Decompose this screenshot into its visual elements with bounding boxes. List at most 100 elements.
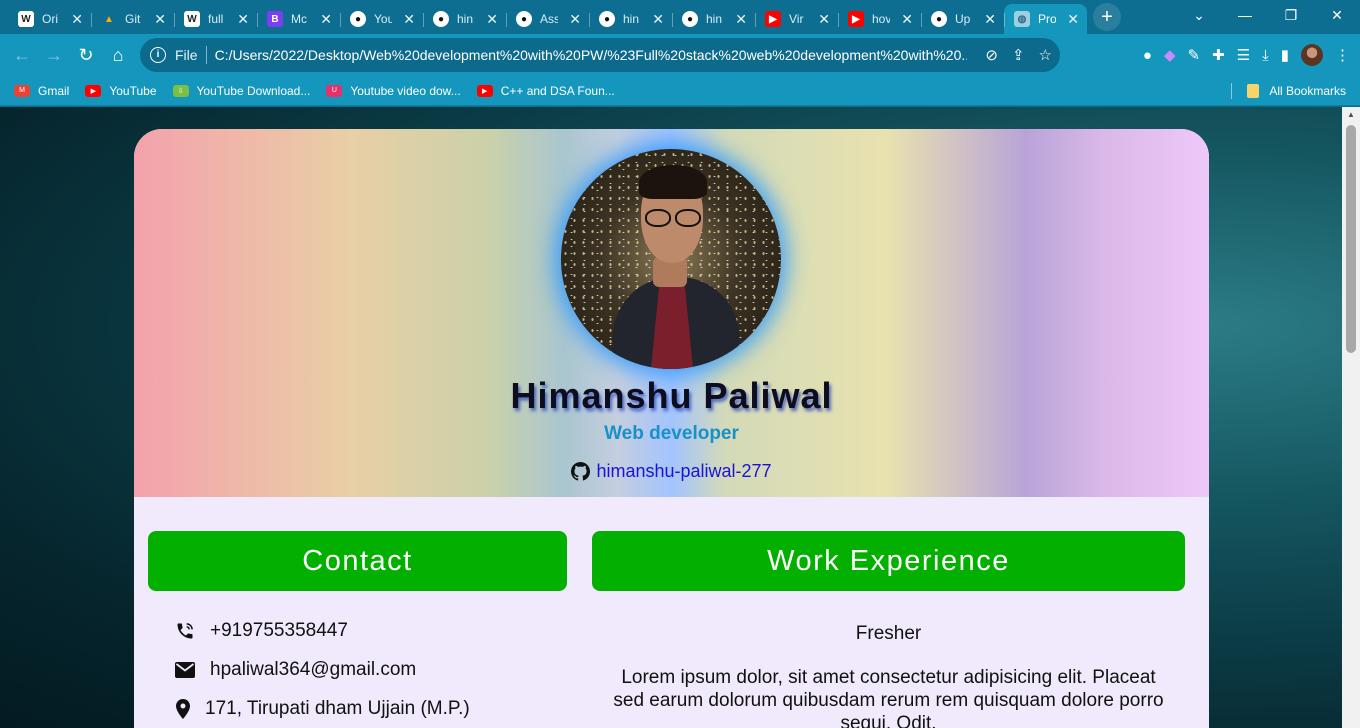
address-url[interactable]: C:/Users/2022/Desktop/Web%20development%…: [215, 47, 967, 63]
bookmarks-bar: M Gmail ▶ YouTube ⇩ YouTube Download... U Youtu…: [0, 76, 1360, 106]
github-icon: ●: [931, 11, 947, 27]
phone-number[interactable]: +919755358447: [210, 620, 348, 642]
profile-role: Web developer: [604, 423, 739, 444]
tab-close-icon[interactable]: ✕: [403, 11, 415, 28]
tab-title: hin: [706, 12, 723, 26]
restore-icon[interactable]: ❐: [1268, 0, 1314, 30]
wikipedia-icon: W: [184, 11, 200, 27]
tab-close-icon[interactable]: ✕: [237, 11, 249, 28]
tab-close-icon[interactable]: ✕: [569, 11, 581, 28]
bookmark-list: M Gmail ▶ YouTube ⇩ YouTube Download... U Youtu…: [14, 84, 631, 98]
github-icon: ●: [599, 11, 615, 27]
youtube-icon: ▶: [765, 11, 781, 27]
forward-icon[interactable]: →: [38, 39, 70, 71]
email-address[interactable]: hpaliwal364@gmail.com: [210, 659, 416, 681]
tab-title: hov: [872, 12, 890, 26]
profile-avatar[interactable]: [1301, 44, 1323, 66]
close-window-icon[interactable]: ✕: [1314, 0, 1360, 30]
tab-6[interactable]: ● Ass ✕: [506, 4, 589, 34]
github-icon: ●: [433, 11, 449, 27]
address-bar[interactable]: i File C:/Users/2022/Desktop/Web%20devel…: [140, 38, 1060, 72]
tab-close-icon[interactable]: ✕: [735, 11, 747, 28]
bookmark-item[interactable]: ⇩ YouTube Download...: [172, 83, 311, 98]
bookmark-item[interactable]: ▶ C++ and DSA Foun...: [476, 84, 615, 98]
scroll-up-arrow-icon[interactable]: ▲: [1346, 110, 1356, 120]
tab-title: full: [208, 12, 224, 26]
menu-dots-icon[interactable]: ⋮: [1335, 46, 1350, 64]
page-scrollbar[interactable]: ▲: [1342, 107, 1360, 728]
downloads-icon[interactable]: ⤓: [1262, 47, 1269, 64]
tab-close-icon[interactable]: ✕: [652, 11, 664, 28]
tab-search-icon[interactable]: ⌄: [1176, 0, 1222, 30]
tab-close-icon[interactable]: ✕: [320, 11, 332, 28]
github-icon: ●: [516, 11, 532, 27]
reading-list-icon[interactable]: ☰: [1237, 46, 1250, 64]
phone-icon: [174, 621, 196, 641]
bookmark-label: YouTube Download...: [196, 83, 311, 98]
bookmark-item[interactable]: ▶ YouTube: [85, 84, 157, 98]
tab-5[interactable]: ● hin ✕: [423, 4, 506, 34]
tab-1[interactable]: ▲ Git ✕: [91, 4, 174, 34]
tab-4[interactable]: ● You ✕: [340, 4, 423, 34]
profile-photo: [561, 149, 781, 369]
reload-icon[interactable]: ↻: [70, 39, 102, 71]
extension-mic-icon[interactable]: ●: [1143, 47, 1152, 64]
youtube-icon: ▶: [85, 84, 102, 97]
browser-toolbar: ← → ↻ ⌂ i File C:/Users/2022/Desktop/Web…: [0, 34, 1360, 76]
all-bookmarks-label: All Bookmarks: [1269, 84, 1346, 98]
contact-heading-button[interactable]: Contact: [148, 531, 567, 591]
tab-10[interactable]: ▶ hov ✕: [838, 4, 921, 34]
bookmark-star-icon[interactable]: ☆: [1039, 46, 1052, 64]
site-info-icon[interactable]: i: [150, 47, 166, 63]
tab-strip: W Ori ✕ ▲ Git ✕ Wfull ✕ B Mc ✕ ● You ✕ ● hin ✕ ● Ass ✕ ● hin ✕…: [0, 0, 1360, 34]
tab-9[interactable]: ▶ Vir ✕: [755, 4, 838, 34]
work-description: Lorem ipsum dolor, sit amet consectetur …: [613, 667, 1164, 728]
u-icon: U: [326, 84, 343, 97]
folder-icon: [1247, 84, 1260, 98]
photo-hair: [639, 165, 707, 199]
tab-close-icon[interactable]: ✕: [984, 11, 996, 28]
tab-close-icon[interactable]: ✕: [1067, 11, 1079, 28]
tab-close-icon[interactable]: ✕: [154, 11, 166, 28]
share-icon[interactable]: ⇪: [1012, 46, 1025, 64]
bookmark-label: Gmail: [38, 83, 70, 98]
eye-off-icon[interactable]: ⊘: [985, 46, 998, 64]
extensions-puzzle-icon[interactable]: ✚: [1212, 46, 1225, 64]
bookmark-item[interactable]: M Gmail: [14, 84, 69, 98]
tab-3[interactable]: B Mc ✕: [257, 4, 340, 34]
new-tab-button[interactable]: +: [1093, 3, 1121, 31]
tab-7[interactable]: ● hin ✕: [589, 4, 672, 34]
tab-title: hin: [457, 12, 474, 26]
profile-header: Himanshu Paliwal Web developer himanshu-…: [134, 129, 1209, 497]
tab-close-icon[interactable]: ✕: [71, 11, 83, 28]
google-drive-icon: ▲: [104, 13, 114, 25]
minimize-icon[interactable]: —: [1222, 0, 1268, 30]
bookmark-item[interactable]: U Youtube video dow...: [326, 83, 461, 98]
all-bookmarks-button[interactable]: All Bookmarks: [1247, 76, 1346, 106]
work-experience-heading-button[interactable]: Work Experience: [592, 531, 1185, 591]
page-viewport: Himanshu Paliwal Web developer himanshu-…: [0, 107, 1342, 728]
tab-close-icon[interactable]: ✕: [901, 11, 913, 28]
tab-11[interactable]: ● Up ✕: [921, 4, 1004, 34]
extension-ai-icon[interactable]: ◆: [1164, 46, 1176, 64]
tab-0[interactable]: W Ori ✕: [8, 4, 91, 34]
download-icon: ⇩: [172, 84, 189, 97]
tab-12[interactable]: ◍ Pro ✕: [1004, 4, 1087, 34]
youtube-icon: ▶: [476, 84, 493, 97]
side-panel-icon[interactable]: ▮: [1281, 46, 1289, 64]
tab-2[interactable]: Wfull ✕: [174, 4, 257, 34]
back-icon[interactable]: ←: [6, 39, 38, 71]
contact-address: 171, Tirupati dham Ujjain (M.P.): [172, 698, 470, 720]
tab-close-icon[interactable]: ✕: [486, 11, 498, 28]
home-icon[interactable]: ⌂: [102, 39, 134, 71]
tab-list: W Ori ✕ ▲ Git ✕ Wfull ✕ B Mc ✕ ● You ✕ ● hin ✕ ● Ass ✕ ● hin ✕…: [0, 0, 1087, 34]
eyedropper-icon[interactable]: ✎: [1187, 46, 1200, 64]
tab-8[interactable]: ● hin ✕: [672, 4, 755, 34]
scrollbar-thumb[interactable]: [1346, 125, 1356, 353]
tab-title: Ass: [540, 12, 558, 26]
profile-name: Himanshu Paliwal: [510, 375, 833, 416]
bookmark-label: Youtube video dow...: [350, 83, 461, 98]
tab-close-icon[interactable]: ✕: [818, 11, 830, 28]
github-link[interactable]: himanshu-paliwal-277: [596, 461, 771, 482]
photo-glasses: [645, 209, 701, 227]
